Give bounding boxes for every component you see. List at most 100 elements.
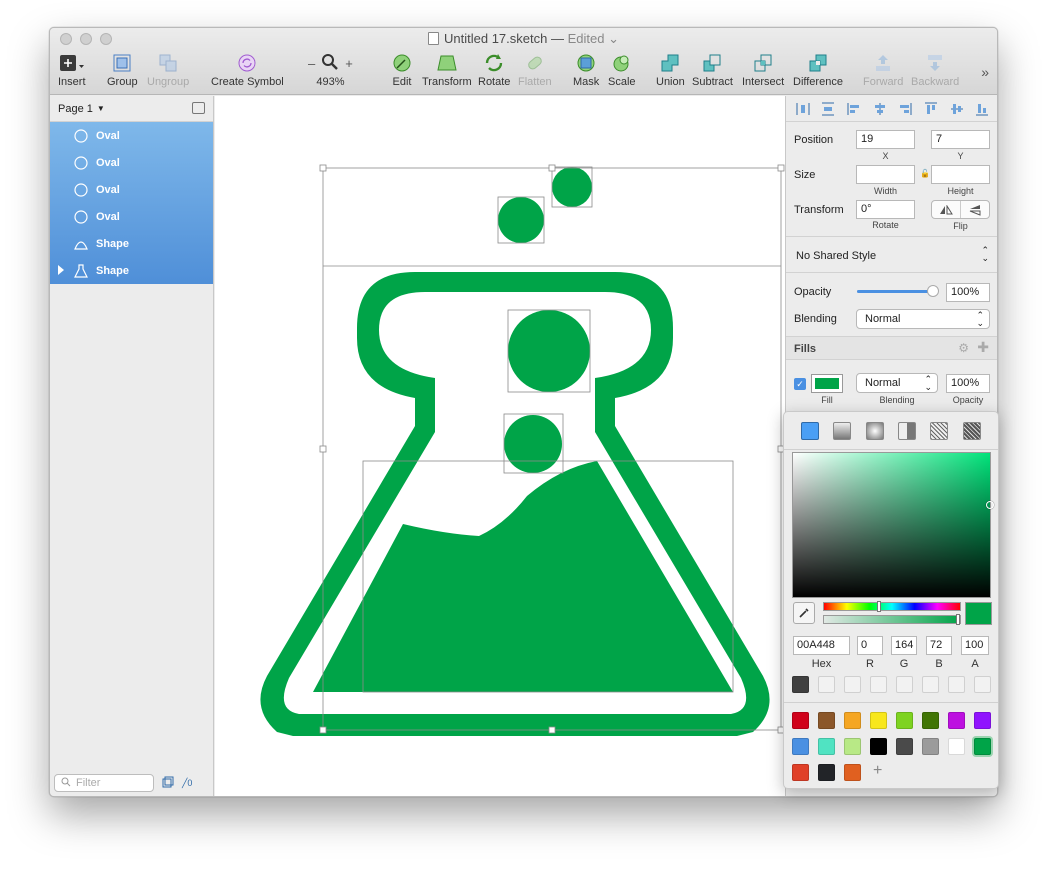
zoom-in-button[interactable]: + bbox=[345, 56, 353, 71]
group-button[interactable]: Group bbox=[107, 52, 138, 88]
forward-button[interactable]: Forward bbox=[863, 52, 903, 88]
alpha-slider[interactable] bbox=[823, 614, 961, 625]
radial-gradient-icon[interactable] bbox=[865, 421, 884, 440]
hex-field[interactable]: 00A448 bbox=[793, 636, 850, 655]
edit-button[interactable]: Edit bbox=[392, 52, 412, 88]
position-x-field[interactable]: 19 bbox=[856, 130, 915, 149]
flatten-button[interactable]: Flatten bbox=[518, 52, 552, 88]
backward-button[interactable]: Backward bbox=[911, 52, 959, 88]
opacity-field[interactable]: 100% bbox=[946, 283, 990, 302]
global-color-swatch[interactable] bbox=[792, 712, 809, 729]
document-title[interactable]: Untitled 17.sketch — Edited ⌄ bbox=[50, 31, 997, 47]
page-selector[interactable]: Page 1 ▼ bbox=[50, 96, 213, 122]
global-color-swatch[interactable] bbox=[818, 764, 835, 781]
fill-opacity-field[interactable]: 100% bbox=[946, 374, 990, 393]
layer-row[interactable]: Oval bbox=[50, 203, 213, 230]
document-color-swatch[interactable] bbox=[792, 676, 809, 693]
global-color-swatch[interactable] bbox=[896, 712, 913, 729]
rotate-field[interactable]: 0° bbox=[856, 200, 915, 219]
bubble-oval[interactable] bbox=[498, 197, 544, 243]
empty-color-slot[interactable] bbox=[896, 676, 913, 693]
color-field-knob[interactable] bbox=[986, 501, 994, 509]
add-color-button[interactable]: + bbox=[873, 762, 882, 780]
fill-color-well[interactable] bbox=[811, 374, 843, 393]
blending-select[interactable]: Normal ⌃ ⌄ bbox=[856, 309, 990, 329]
align-center-icon[interactable] bbox=[873, 102, 887, 116]
global-color-swatch[interactable] bbox=[896, 738, 913, 755]
union-button[interactable]: Union bbox=[656, 52, 685, 88]
empty-color-slot[interactable] bbox=[948, 676, 965, 693]
create-symbol-button[interactable]: Create Symbol bbox=[211, 52, 284, 88]
align-bottom-icon[interactable] bbox=[975, 102, 989, 116]
alpha-slider-knob[interactable] bbox=[956, 614, 960, 625]
global-color-swatch[interactable] bbox=[922, 738, 939, 755]
layer-row[interactable]: Oval bbox=[50, 122, 213, 149]
mask-button[interactable]: Mask bbox=[573, 52, 599, 88]
align-left-icon[interactable] bbox=[847, 102, 861, 116]
green-field[interactable]: 164 bbox=[891, 636, 917, 655]
linear-gradient-icon[interactable] bbox=[833, 421, 852, 440]
add-fill-button[interactable]: ✚ bbox=[977, 339, 989, 356]
slices-filter-button[interactable]: ╱0 bbox=[182, 778, 192, 789]
global-color-swatch[interactable] bbox=[974, 712, 991, 729]
hue-slider[interactable] bbox=[823, 601, 961, 612]
position-y-field[interactable]: 7 bbox=[931, 130, 990, 149]
align-middle-icon[interactable] bbox=[950, 102, 964, 116]
gear-icon[interactable]: ⚙ bbox=[958, 341, 969, 355]
flip-vertical-button[interactable] bbox=[961, 201, 989, 218]
hue-slider-knob[interactable] bbox=[877, 601, 881, 612]
global-color-swatch[interactable] bbox=[948, 738, 965, 755]
global-color-swatch[interactable] bbox=[844, 712, 861, 729]
saturation-brightness-field[interactable] bbox=[792, 452, 994, 598]
distribute-horizontal-icon[interactable] bbox=[796, 102, 810, 116]
global-color-swatch[interactable] bbox=[844, 738, 861, 755]
bubble-oval[interactable] bbox=[508, 310, 590, 392]
global-color-swatch[interactable] bbox=[870, 712, 887, 729]
layer-row[interactable]: Shape bbox=[50, 230, 213, 257]
distribute-vertical-icon[interactable] bbox=[821, 102, 835, 116]
layer-row[interactable]: Oval bbox=[50, 149, 213, 176]
bubble-oval[interactable] bbox=[552, 167, 592, 207]
eyedropper-button[interactable] bbox=[793, 602, 815, 624]
global-color-swatch[interactable] bbox=[974, 738, 991, 755]
artboard-drawing[interactable] bbox=[215, 96, 785, 797]
solid-fill-icon[interactable] bbox=[801, 421, 820, 440]
global-color-swatch[interactable] bbox=[870, 738, 887, 755]
empty-color-slot[interactable] bbox=[870, 676, 887, 693]
noise-fill-icon[interactable] bbox=[962, 421, 981, 440]
zoom-out-button[interactable]: – bbox=[308, 56, 315, 71]
blue-field[interactable]: 72 bbox=[926, 636, 952, 655]
opacity-slider-knob[interactable] bbox=[927, 285, 939, 297]
intersect-button[interactable]: Intersect bbox=[742, 52, 784, 88]
global-color-swatch[interactable] bbox=[792, 738, 809, 755]
disclosure-triangle-icon[interactable] bbox=[58, 265, 64, 275]
difference-button[interactable]: Difference bbox=[793, 52, 843, 88]
angular-gradient-icon[interactable] bbox=[898, 421, 917, 440]
fill-checkbox[interactable]: ✓ bbox=[794, 378, 806, 390]
global-color-swatch[interactable] bbox=[844, 764, 861, 781]
toolbar-overflow-button[interactable]: » bbox=[981, 64, 989, 80]
alpha-field[interactable]: 100 bbox=[961, 636, 989, 655]
empty-color-slot[interactable] bbox=[844, 676, 861, 693]
ungroup-button[interactable]: Ungroup bbox=[147, 52, 189, 88]
scale-button[interactable]: Scale bbox=[608, 52, 636, 88]
global-color-swatch[interactable] bbox=[792, 764, 809, 781]
flip-horizontal-button[interactable] bbox=[932, 201, 961, 218]
bubble-oval[interactable] bbox=[504, 415, 562, 473]
width-field[interactable] bbox=[856, 165, 915, 184]
filter-input[interactable]: Filter bbox=[54, 774, 154, 792]
layer-row[interactable]: Shape bbox=[50, 257, 213, 284]
opacity-slider[interactable] bbox=[857, 285, 939, 297]
align-top-icon[interactable] bbox=[924, 102, 938, 116]
transform-button[interactable]: Transform bbox=[422, 52, 472, 88]
fill-blending-select[interactable]: Normal ⌃ ⌄ bbox=[856, 373, 938, 393]
pages-toggle-icon[interactable] bbox=[192, 102, 205, 114]
empty-color-slot[interactable] bbox=[922, 676, 939, 693]
zoom-control[interactable]: – + 493% bbox=[308, 52, 353, 88]
align-right-icon[interactable] bbox=[898, 102, 912, 116]
empty-color-slot[interactable] bbox=[818, 676, 835, 693]
global-color-swatch[interactable] bbox=[922, 712, 939, 729]
layer-row[interactable]: Oval bbox=[50, 176, 213, 203]
empty-color-slot[interactable] bbox=[974, 676, 991, 693]
global-color-swatch[interactable] bbox=[818, 738, 835, 755]
